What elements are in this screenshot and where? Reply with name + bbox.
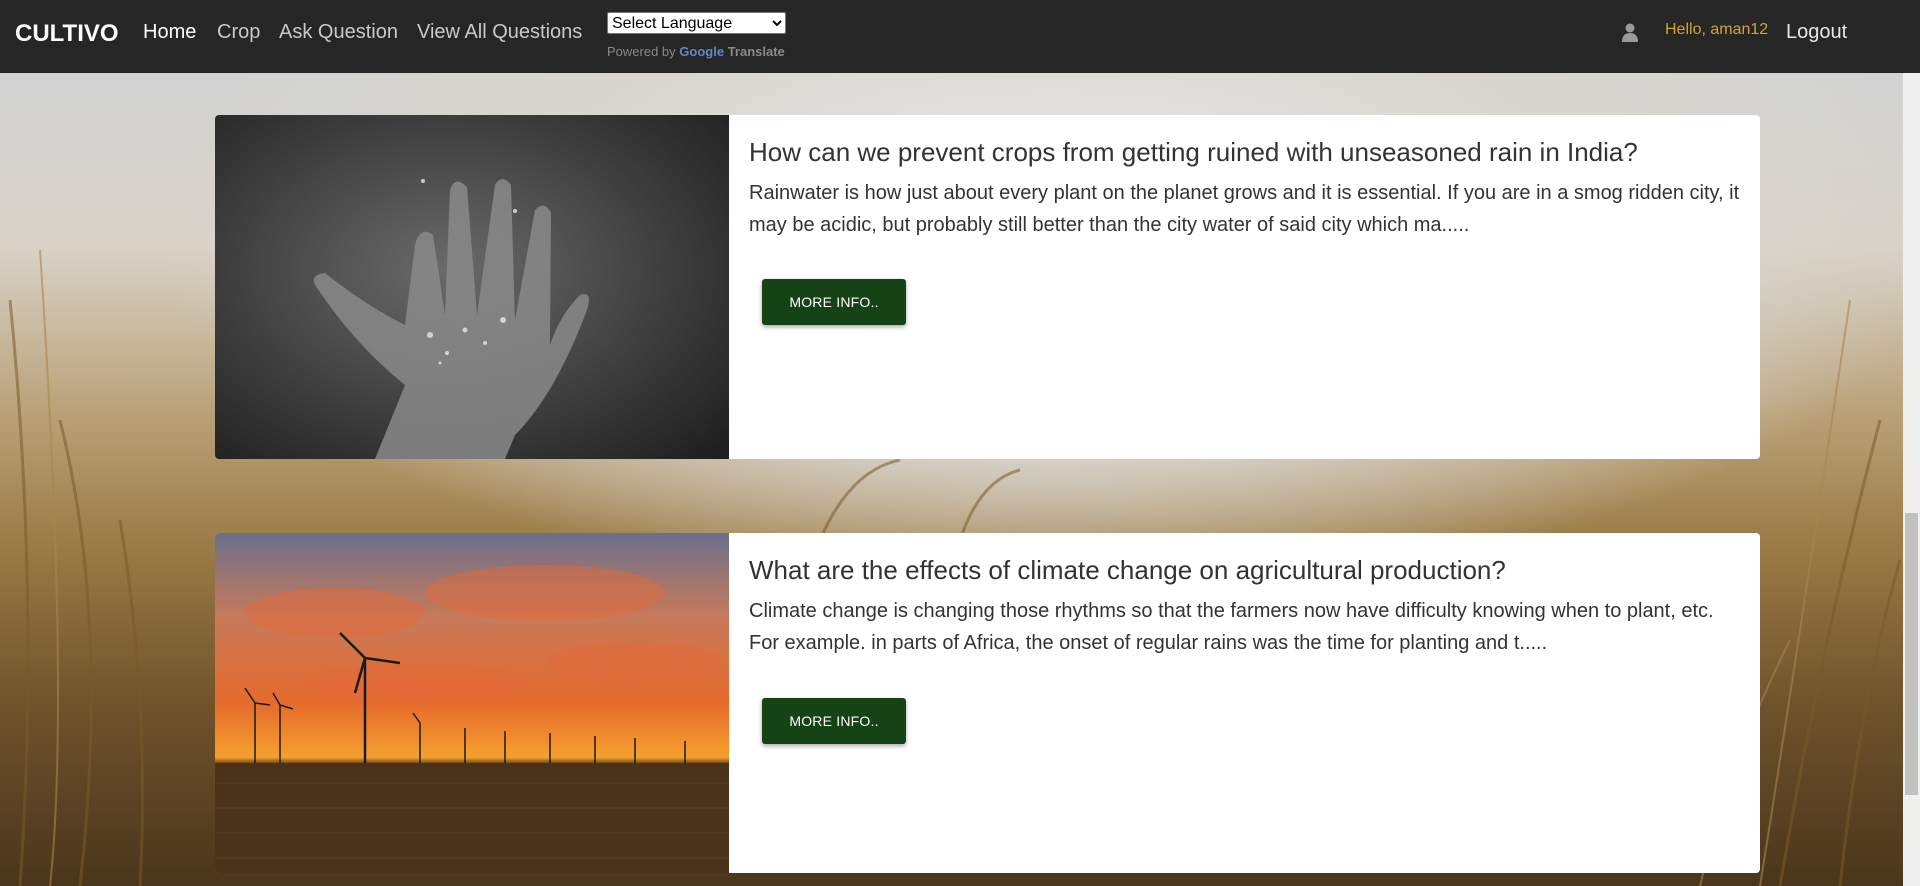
- google-logo[interactable]: Google: [679, 44, 724, 59]
- rain-hand-image: [215, 115, 729, 459]
- scrollbar-thumb[interactable]: [1905, 513, 1918, 795]
- brand-logo[interactable]: CULTIVO: [15, 20, 119, 48]
- question-card: How can we prevent crops from getting ru…: [215, 115, 1760, 459]
- translate-link[interactable]: Translate: [728, 44, 785, 59]
- wind-turbines-sunset-image: [215, 533, 729, 873]
- nav-view-all-questions[interactable]: View All Questions: [417, 21, 582, 44]
- user-icon[interactable]: [1622, 22, 1638, 42]
- language-select[interactable]: Select Language: [607, 12, 786, 34]
- question-excerpt: Climate change is changing those rhythms…: [749, 600, 1714, 654]
- question-card: What are the effects of climate change o…: [215, 533, 1760, 873]
- question-title[interactable]: How can we prevent crops from getting ru…: [749, 137, 1638, 168]
- page-scrollbar[interactable]: [1903, 73, 1920, 886]
- powered-by-google-translate: Powered by Google Translate: [607, 44, 785, 59]
- more-info-button[interactable]: MORE INFO..: [762, 279, 906, 325]
- user-greeting: Hello, aman12: [1665, 21, 1769, 38]
- navbar: CULTIVO Home Crop Ask Question View All …: [0, 0, 1920, 73]
- more-info-button[interactable]: MORE INFO..: [762, 698, 906, 744]
- nav-ask-question[interactable]: Ask Question: [279, 21, 398, 44]
- logout-link[interactable]: Logout: [1786, 21, 1847, 44]
- question-title[interactable]: What are the effects of climate change o…: [749, 555, 1506, 586]
- nav-crop[interactable]: Crop: [217, 21, 260, 44]
- powered-by-text: Powered by: [607, 44, 676, 59]
- question-excerpt: Rainwater is how just about every plant …: [749, 182, 1740, 236]
- nav-home[interactable]: Home: [143, 21, 196, 44]
